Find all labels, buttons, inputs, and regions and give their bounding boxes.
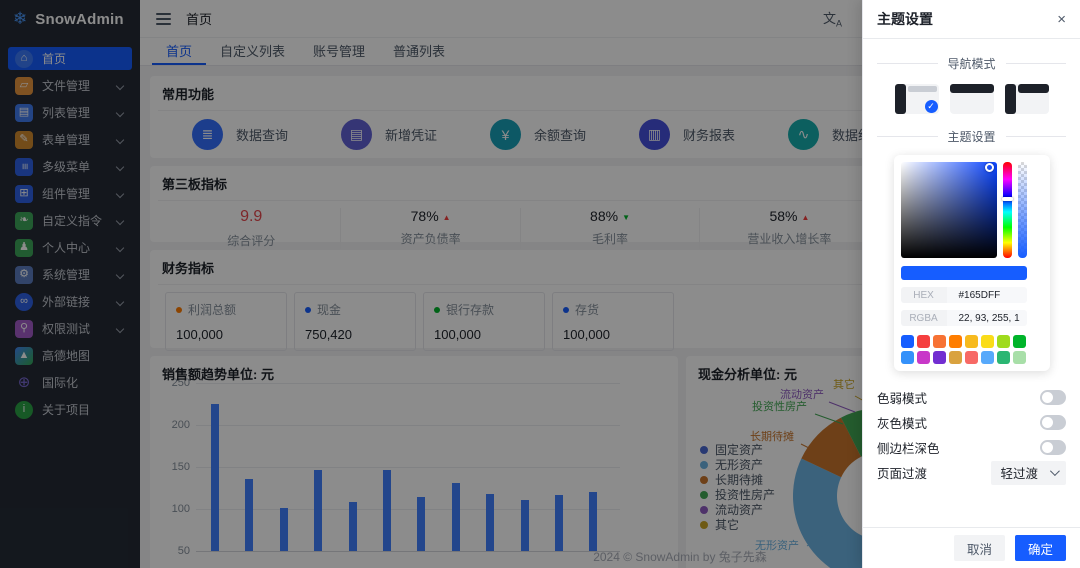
rgba-value[interactable]: 22, 93, 255, 1 xyxy=(947,310,1027,326)
cancel-button[interactable]: 取消 xyxy=(954,535,1005,561)
hue-handle[interactable] xyxy=(1002,197,1013,201)
drawer-title: 主题设置 xyxy=(877,9,933,29)
toggle-switch[interactable] xyxy=(1040,415,1066,430)
current-color-bar xyxy=(901,266,1027,280)
nav-mode-horizontal[interactable] xyxy=(950,84,994,114)
drawer-body: 导航模式 ✓ 主题设置 xyxy=(863,39,1080,527)
color-swatch-6[interactable] xyxy=(997,335,1010,348)
option-label: 灰色模式 xyxy=(877,413,927,432)
select-value: 轻过渡 xyxy=(1000,463,1038,482)
page-transition-select[interactable]: 轻过渡 xyxy=(991,461,1066,485)
chevron-down-icon xyxy=(1050,466,1060,476)
hex-value[interactable]: #165DFF xyxy=(947,287,1027,303)
toggle-switch[interactable] xyxy=(1040,440,1066,455)
saturation-cursor[interactable] xyxy=(985,163,994,172)
theme-divider: 主题设置 xyxy=(877,128,1066,145)
color-swatch-12[interactable] xyxy=(965,351,978,364)
color-swatch-15[interactable] xyxy=(1013,351,1026,364)
rgba-input-row[interactable]: RGBA 22, 93, 255, 1 xyxy=(901,310,1027,326)
color-swatch-13[interactable] xyxy=(981,351,994,364)
color-swatch-8[interactable] xyxy=(901,351,914,364)
color-swatch-7[interactable] xyxy=(1013,335,1026,348)
alpha-slider[interactable] xyxy=(1018,162,1027,258)
rgba-label: RGBA xyxy=(901,310,947,326)
hex-label: HEX xyxy=(901,287,947,303)
color-swatch-1[interactable] xyxy=(917,335,930,348)
color-picker: HEX #165DFF RGBA 22, 93, 255, 1 xyxy=(894,155,1050,371)
page-transition-row: 页面过渡 轻过渡 xyxy=(877,460,1066,485)
screen: ❄ SnowAdmin ⌂首页▱文件管理▤列表管理✎表单管理≡多级菜单⊞组件管理… xyxy=(0,0,1080,568)
toggle-knob xyxy=(1042,417,1053,428)
color-swatch-5[interactable] xyxy=(981,335,994,348)
theme-section-label: 主题设置 xyxy=(948,128,996,145)
hex-input-row[interactable]: HEX #165DFF xyxy=(901,287,1027,303)
color-swatch-0[interactable] xyxy=(901,335,914,348)
color-swatch-11[interactable] xyxy=(949,351,962,364)
color-swatch-2[interactable] xyxy=(933,335,946,348)
nav-mode-vertical[interactable]: ✓ xyxy=(895,84,939,114)
nav-mode-options: ✓ xyxy=(877,84,1066,114)
option-row-2: 侧边栏深色 xyxy=(877,435,1066,460)
option-label: 色弱模式 xyxy=(877,388,927,407)
nav-mode-divider: 导航模式 xyxy=(877,55,1066,72)
drawer-footer: 取消 确定 xyxy=(863,527,1080,568)
color-swatch-10[interactable] xyxy=(933,351,946,364)
theme-options: 色弱模式灰色模式侧边栏深色页面过渡 轻过渡 xyxy=(877,385,1066,485)
nav-mode-mix[interactable] xyxy=(1005,84,1049,114)
theme-settings-drawer: 主题设置 × 导航模式 ✓ xyxy=(862,0,1080,568)
option-label: 侧边栏深色 xyxy=(877,438,940,457)
color-swatch-9[interactable] xyxy=(917,351,930,364)
hue-slider[interactable] xyxy=(1003,162,1012,258)
page-transition-label: 页面过渡 xyxy=(877,463,927,482)
drawer-header: 主题设置 × xyxy=(863,0,1080,39)
preset-swatches xyxy=(901,335,1027,364)
selected-check-icon: ✓ xyxy=(925,100,938,113)
nav-mode-label: 导航模式 xyxy=(948,55,996,72)
confirm-button[interactable]: 确定 xyxy=(1015,535,1066,561)
color-swatch-3[interactable] xyxy=(949,335,962,348)
toggle-switch[interactable] xyxy=(1040,390,1066,405)
saturation-panel[interactable] xyxy=(901,162,997,258)
toggle-knob xyxy=(1042,392,1053,403)
color-swatch-14[interactable] xyxy=(997,351,1010,364)
close-icon[interactable]: × xyxy=(1057,12,1066,27)
option-row-1: 灰色模式 xyxy=(877,410,1066,435)
color-swatch-4[interactable] xyxy=(965,335,978,348)
toggle-knob xyxy=(1042,442,1053,453)
option-row-0: 色弱模式 xyxy=(877,385,1066,410)
